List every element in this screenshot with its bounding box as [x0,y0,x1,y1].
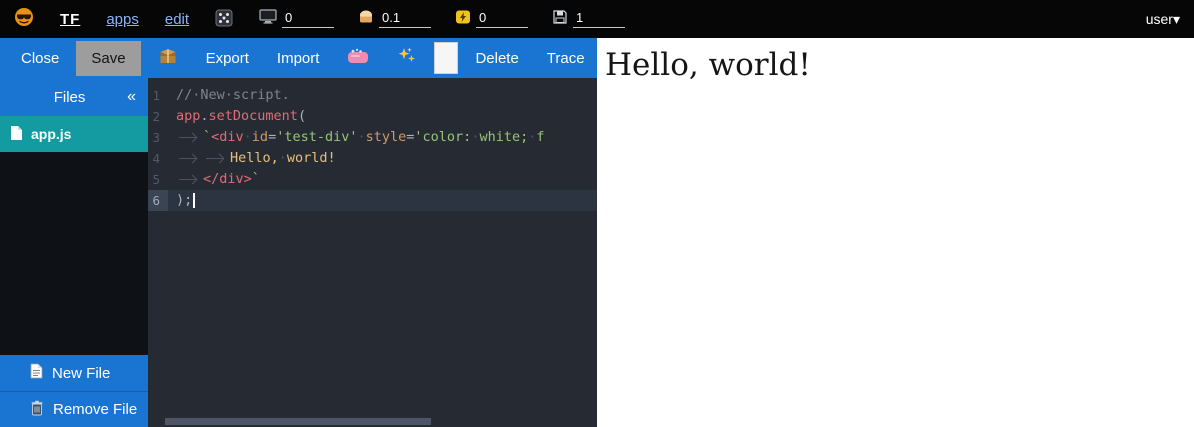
edit-link[interactable]: edit [165,11,189,28]
code-line-text: Hello,·world! [168,148,336,169]
import-button[interactable]: Import [266,43,331,74]
line-number: 1 [148,85,168,106]
tab-whitespace-marker [176,148,203,168]
blank-button[interactable] [434,42,458,74]
line-number: 6 [148,190,168,211]
tab-whitespace-marker [203,148,230,168]
preview-pane: Hello, world! [597,38,1194,427]
package-icon [158,46,178,70]
line-number: 4 [148,148,168,169]
line-number: 2 [148,106,168,127]
line-number: 5 [148,169,168,190]
package-button[interactable] [147,39,189,77]
new-file-icon [30,363,43,383]
meter-storage: 1 [552,9,625,30]
code-line: 2app.setDocument( [148,106,597,127]
file-name: app.js [31,126,71,142]
line-number: 3 [148,127,168,148]
code-line: 4Hello,·world! [148,148,597,169]
sparkles-button[interactable] [386,39,428,77]
file-list-empty-area [0,152,148,355]
code-line: 5</div>` [148,169,597,190]
delete-button[interactable]: Delete [464,43,529,74]
preview-text: Hello, world! [605,48,1186,84]
meter-battery: 0 [455,9,528,30]
code-line: 3`<div·id='test-div'·style='color:·white… [148,127,597,148]
dice-icon [215,9,233,30]
save-button[interactable]: Save [76,41,140,76]
scrollbar-thumb[interactable] [165,418,431,425]
code-editor[interactable]: 1//·New·script.2app.setDocument(3`<div·i… [148,78,597,427]
editor-toolbar: Close Save Export Import [0,38,597,78]
dice-button[interactable] [215,9,233,30]
remove-file-label: Remove File [53,401,137,418]
workspace: Files « app.js [0,78,597,427]
files-header: Files « [0,78,148,116]
code-line-text: ); [168,190,195,211]
remove-file-button[interactable]: Remove File [0,391,148,427]
file-icon [10,125,23,144]
text-cursor [193,193,195,208]
meter-storage-value[interactable]: 1 [573,10,625,28]
smiley-logo-icon [14,7,34,32]
user-menu-button[interactable]: user▾ [1146,11,1180,28]
sparkles-icon [397,46,417,70]
horizontal-scrollbar [148,418,597,425]
code-line-text: `<div·id='test-div'·style='color:·white;… [168,127,545,148]
code-line-text: </div>` [168,169,260,190]
file-item-appjs[interactable]: app.js [0,116,148,152]
resource-meters: 0 0.1 0 [259,9,625,30]
export-button[interactable]: Export [195,43,260,74]
collapse-sidebar-button[interactable]: « [127,88,136,106]
floppy-icon [552,9,568,30]
code-line: 1//·New·script. [148,85,597,106]
bread-icon [358,10,374,29]
brand-link[interactable]: TF [60,11,80,28]
meter-battery-value[interactable]: 0 [476,10,528,28]
editor-column: Close Save Export Import [0,38,597,427]
meter-monitor-value[interactable]: 0 [282,10,334,28]
trace-button[interactable]: Trace [536,43,596,74]
battery-icon [455,9,471,30]
code-line: 6); [148,190,597,211]
tab-whitespace-marker [176,127,203,147]
apps-link[interactable]: apps [106,11,139,28]
app-window: TF apps edit [0,0,1194,427]
monitor-icon [259,9,277,29]
new-file-label: New File [52,365,110,382]
meter-bread: 0.1 [358,10,431,29]
topbar: TF apps edit [0,0,1194,38]
soap-icon [347,48,369,68]
meter-monitor: 0 [259,9,334,29]
code-line-text: app.setDocument( [168,106,306,127]
code-lines: 1//·New·script.2app.setDocument(3`<div·i… [148,85,597,211]
files-header-label: Files [12,89,127,106]
main-area: Close Save Export Import [0,38,1194,427]
close-button[interactable]: Close [10,43,70,74]
soap-button[interactable] [336,41,380,75]
new-file-button[interactable]: New File [0,355,148,391]
code-line-text: //·New·script. [168,85,290,106]
files-sidebar: Files « app.js [0,78,148,427]
trash-icon [30,400,44,420]
tab-whitespace-marker [176,169,203,189]
meter-bread-value[interactable]: 0.1 [379,10,431,28]
